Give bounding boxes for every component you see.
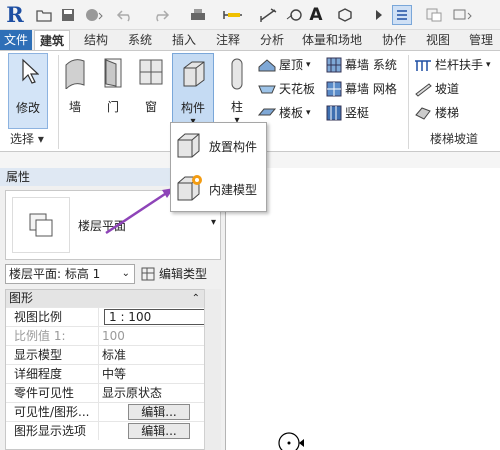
place-component-icon xyxy=(177,133,200,158)
component-dropdown-menu: 放置构件 内建模型 xyxy=(170,122,267,212)
model-in-place-icon xyxy=(177,175,202,201)
place-component-item[interactable]: 放置构件 xyxy=(173,126,264,166)
model-in-place-item[interactable]: 内建模型 xyxy=(173,169,264,209)
annotation-arrow xyxy=(105,188,174,235)
